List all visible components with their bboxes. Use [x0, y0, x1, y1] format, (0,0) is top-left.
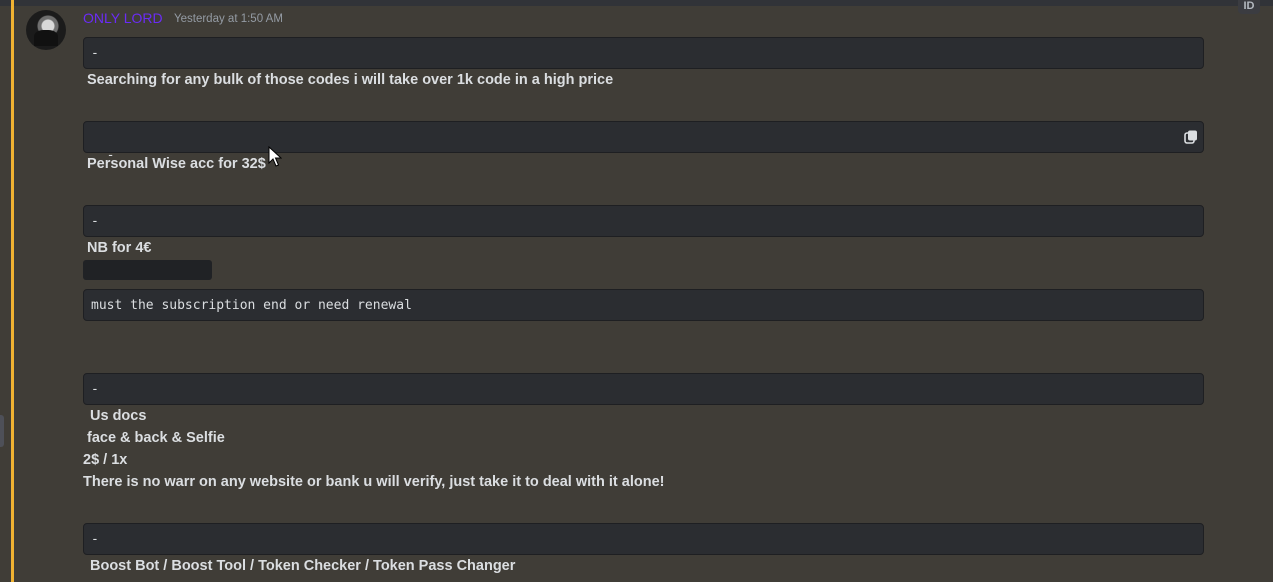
spoiler-text[interactable]	[83, 260, 212, 280]
code-block: -	[83, 121, 1204, 163]
code-block: -	[83, 37, 1204, 69]
message-text: Personal Wise acc for 32$	[87, 156, 266, 172]
scroll-tab[interactable]	[0, 415, 4, 447]
id-badge[interactable]: ID	[1238, 0, 1260, 14]
copy-icon[interactable]	[1183, 129, 1199, 145]
mouse-pointer-icon	[268, 146, 282, 167]
code-block: -	[83, 373, 1204, 405]
code-block: -	[83, 523, 1204, 555]
message-text: There is no warr on any website or bank …	[83, 474, 665, 490]
code-block: must the subscription end or need renewa…	[83, 289, 1204, 321]
message-text: Us docs	[90, 408, 147, 424]
message-text: face & back & Selfie	[87, 430, 225, 446]
author-username[interactable]: ONLY LORD	[83, 10, 163, 26]
message-text: Boost Bot / Boost Tool / Token Checker /…	[90, 558, 516, 574]
message-text: Searching for any bulk of those codes i …	[87, 72, 614, 88]
message-timestamp[interactable]: Yesterday at 1:50 AM	[174, 13, 283, 25]
top-strip	[0, 0, 1273, 6]
mention-highlight-bar	[11, 0, 14, 582]
avatar[interactable]	[26, 10, 66, 50]
code-block: -	[83, 205, 1204, 237]
message-text: 2$ / 1x	[83, 452, 128, 468]
message-text: NB for 4€	[87, 240, 152, 256]
